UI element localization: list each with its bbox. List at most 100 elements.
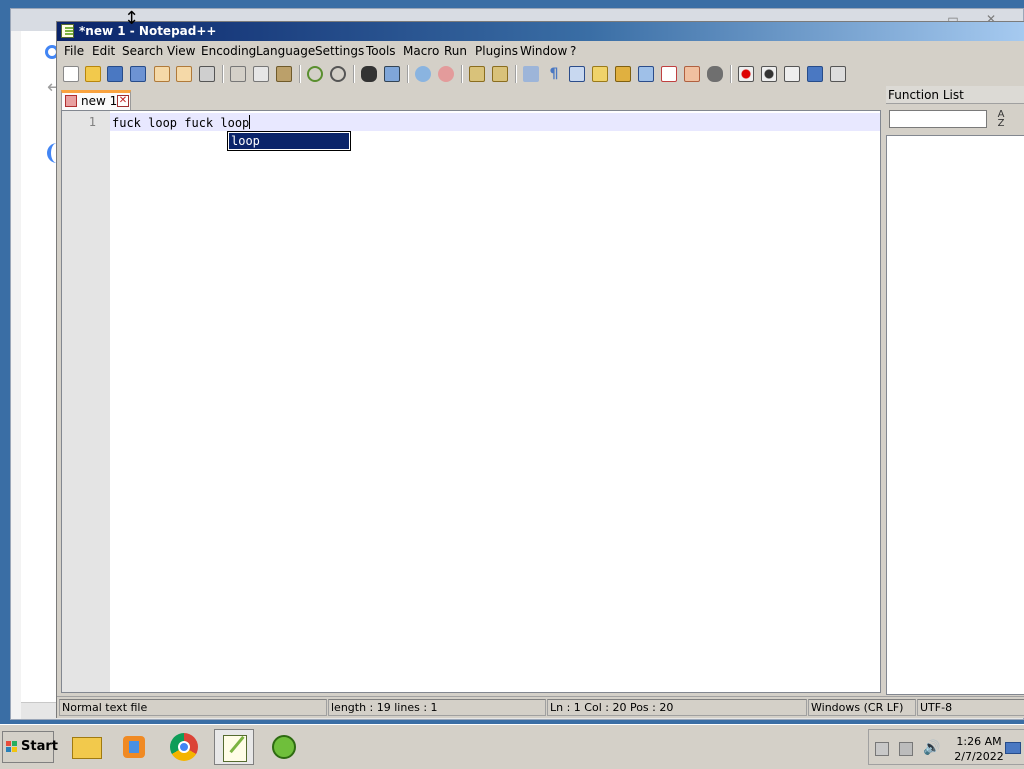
tab-close-icon[interactable]: ✕ xyxy=(117,95,129,107)
volume-icon[interactable]: 🔊 xyxy=(923,740,940,756)
menu-window[interactable]: Window xyxy=(520,44,567,58)
stop-record-icon[interactable] xyxy=(761,66,777,82)
save-macro-icon[interactable] xyxy=(830,66,846,82)
status-bar: Normal text file length : 19 lines : 1 L… xyxy=(57,696,1024,718)
cut-icon[interactable] xyxy=(230,66,246,82)
menu-settings[interactable]: Settings xyxy=(315,44,364,58)
status-position: Ln : 1 Col : 20 Pos : 20 xyxy=(547,699,807,716)
menubar: File Edit Search View Encoding Language … xyxy=(57,41,1024,61)
editor-area[interactable]: 1 fuck loop fuck loop xyxy=(61,110,881,693)
paste-icon[interactable] xyxy=(276,66,292,82)
media-player-icon[interactable] xyxy=(114,729,154,765)
windows-logo-icon xyxy=(6,741,18,753)
clock[interactable]: 1:26 AM 2/7/2022 xyxy=(951,734,1007,764)
status-eol[interactable]: Windows (CR LF) xyxy=(808,699,916,716)
clock-time: 1:26 AM xyxy=(956,735,1002,748)
taskbar: Start 🔊 1:26 AM 2/7/2022 xyxy=(0,724,1024,769)
action-center-icon[interactable] xyxy=(875,742,889,756)
user-lang-icon[interactable] xyxy=(592,66,608,82)
toolbar-separator xyxy=(299,65,301,83)
function-list-search-input[interactable] xyxy=(889,110,987,128)
close-all-icon[interactable] xyxy=(176,66,192,82)
undo-icon[interactable] xyxy=(307,66,323,82)
notepad-plus-plus-icon[interactable] xyxy=(214,729,254,765)
run-macro-multiple-icon[interactable] xyxy=(807,66,823,82)
clock-date: 2/7/2022 xyxy=(954,750,1004,763)
print-icon[interactable] xyxy=(199,66,215,82)
open-file-icon[interactable] xyxy=(85,66,101,82)
window-title: *new 1 - Notepad++ xyxy=(79,24,217,38)
chrome-icon[interactable] xyxy=(164,729,204,765)
indent-guide-icon[interactable] xyxy=(569,66,585,82)
document-list-icon[interactable] xyxy=(638,66,654,82)
status-length-lines: length : 19 lines : 1 xyxy=(328,699,546,716)
unsaved-file-icon xyxy=(65,95,77,107)
file-explorer-icon[interactable] xyxy=(66,729,106,765)
start-label: Start xyxy=(21,739,58,754)
line-number: 1 xyxy=(88,115,96,129)
status-file-type: Normal text file xyxy=(59,699,327,716)
copy-icon[interactable] xyxy=(253,66,269,82)
toolbar-separator xyxy=(222,65,224,83)
autocomplete-popup[interactable]: loop xyxy=(227,131,351,151)
find-icon[interactable] xyxy=(361,66,377,82)
editor-text-line[interactable]: fuck loop fuck loop xyxy=(112,115,251,130)
replace-icon[interactable] xyxy=(384,66,400,82)
folder-workspace-icon[interactable] xyxy=(684,66,700,82)
cygwin-icon[interactable] xyxy=(264,729,304,765)
toolbar-separator xyxy=(407,65,409,83)
zoom-out-icon[interactable] xyxy=(438,66,454,82)
function-list-icon[interactable] xyxy=(661,66,677,82)
menu-plugins[interactable]: Plugins xyxy=(475,44,518,58)
menu-language[interactable]: Language xyxy=(256,44,315,58)
titlebar[interactable]: *new 1 - Notepad++ xyxy=(57,22,1024,41)
network-icon[interactable] xyxy=(899,742,913,756)
redo-icon[interactable] xyxy=(330,66,346,82)
editor-text: fuck loop fuck loop xyxy=(112,116,250,130)
toolbar-separator xyxy=(515,65,517,83)
sync-vertical-icon[interactable] xyxy=(469,66,485,82)
function-list-panel: Function List AZ xyxy=(886,86,1024,695)
menu-macro[interactable]: Macro xyxy=(403,44,439,58)
show-desktop-icon[interactable] xyxy=(1005,742,1021,754)
tab-bar: new 1 ✕ xyxy=(57,88,877,110)
show-all-chars-icon[interactable]: ¶ xyxy=(546,66,562,82)
toolbar-separator xyxy=(730,65,732,83)
toolbar: ¶ xyxy=(57,61,1024,88)
tab-new-1[interactable]: new 1 ✕ xyxy=(61,90,131,110)
close-icon[interactable] xyxy=(154,66,170,82)
doc-map-icon[interactable] xyxy=(615,66,631,82)
menu-file[interactable]: File xyxy=(64,44,84,58)
start-button[interactable]: Start xyxy=(2,731,58,763)
sync-horizontal-icon[interactable] xyxy=(492,66,508,82)
line-number-gutter: 1 xyxy=(62,111,110,692)
function-list-tree[interactable] xyxy=(886,135,1024,695)
new-file-icon[interactable] xyxy=(63,66,79,82)
text-caret xyxy=(249,115,251,129)
monitoring-icon[interactable] xyxy=(707,66,723,82)
menu-edit[interactable]: Edit xyxy=(92,44,115,58)
sort-az-icon[interactable]: AZ xyxy=(992,110,1010,129)
tab-label: new 1 xyxy=(81,94,118,108)
notepad-app-icon[interactable] xyxy=(61,24,74,38)
menu-search[interactable]: Search xyxy=(122,44,163,58)
function-list-title: Function List xyxy=(886,86,1024,104)
zoom-in-icon[interactable] xyxy=(415,66,431,82)
menu-view[interactable]: View xyxy=(167,44,195,58)
save-all-icon[interactable] xyxy=(130,66,146,82)
autocomplete-item[interactable]: loop xyxy=(229,133,349,149)
save-icon[interactable] xyxy=(107,66,123,82)
resize-cursor-icon: ↕ xyxy=(124,8,140,29)
notepad-plus-plus-window[interactable]: *new 1 - Notepad++ File Edit Search View… xyxy=(56,21,1024,718)
toolbar-separator xyxy=(461,65,463,83)
word-wrap-icon[interactable] xyxy=(523,66,539,82)
play-macro-icon[interactable] xyxy=(784,66,800,82)
record-macro-icon[interactable] xyxy=(738,66,754,82)
menu-run[interactable]: Run xyxy=(444,44,467,58)
menu-encoding[interactable]: Encoding xyxy=(201,44,256,58)
menu-help[interactable]: ? xyxy=(570,44,576,58)
status-encoding[interactable]: UTF-8 xyxy=(917,699,1024,716)
menu-tools[interactable]: Tools xyxy=(366,44,396,58)
toolbar-separator xyxy=(353,65,355,83)
system-tray: 🔊 1:26 AM 2/7/2022 xyxy=(868,729,1024,765)
